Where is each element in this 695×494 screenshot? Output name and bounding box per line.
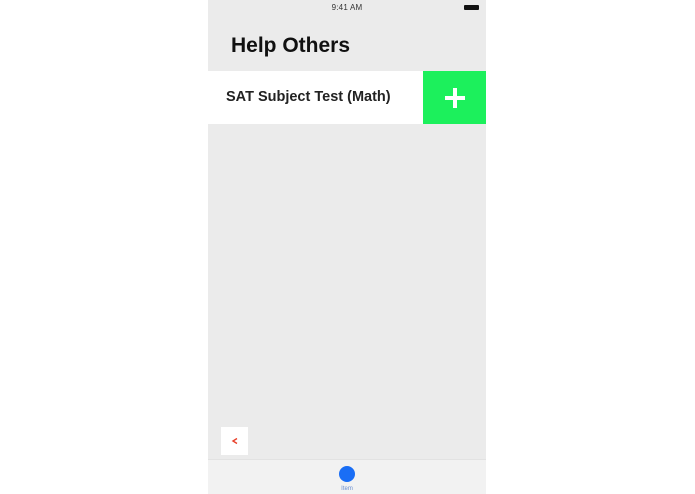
- tab-label: Item: [341, 486, 353, 492]
- battery-icon: [464, 5, 479, 10]
- chevron-left-icon: [231, 437, 237, 445]
- status-bar: 9:41 AM: [208, 0, 486, 16]
- status-time: 9:41 AM: [331, 3, 363, 12]
- plus-icon: [444, 87, 465, 108]
- back-button[interactable]: [221, 427, 248, 455]
- add-button[interactable]: [423, 71, 486, 124]
- phone-screen: 9:41 AM Help Others SAT Subject Test (Ma…: [208, 0, 486, 494]
- page-title: Help Others: [231, 34, 351, 57]
- subject-label: SAT Subject Test (Math): [226, 89, 391, 105]
- tab-bar: Item: [208, 459, 486, 494]
- circle-icon: [339, 466, 355, 482]
- subject-row[interactable]: SAT Subject Test (Math): [208, 71, 486, 124]
- tab-item[interactable]: Item: [327, 464, 367, 494]
